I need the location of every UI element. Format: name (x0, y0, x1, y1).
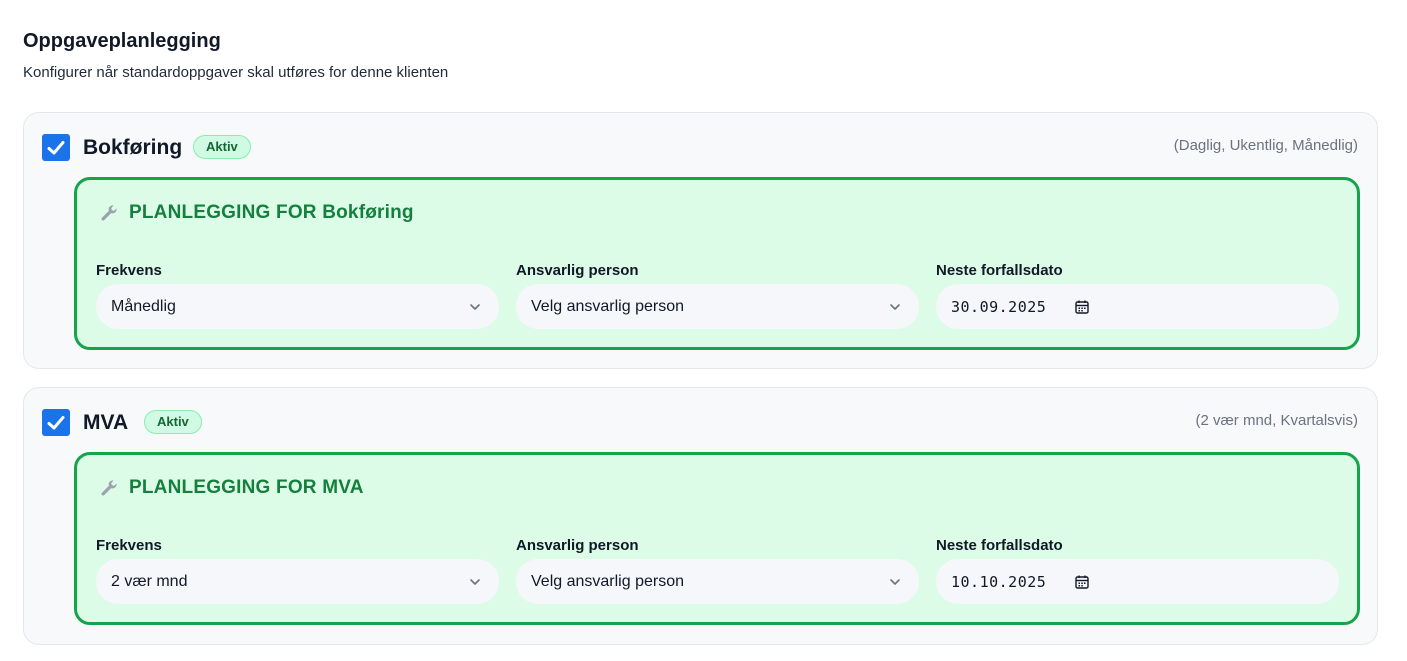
task-planning-page: Oppgaveplanlegging Konfigurer når standa… (0, 0, 1407, 661)
due-date-label: Neste forfallsdato (936, 262, 1063, 279)
frequency-field: Frekvens 2 vær mnd (96, 536, 499, 604)
calendar-icon[interactable] (1074, 299, 1090, 315)
planning-panel: PLANLEGGING FOR Bokføring Frekvens Måned… (74, 177, 1360, 350)
due-date-value: 10.10.2025 (951, 572, 1047, 591)
status-badge: Aktiv (193, 135, 251, 159)
chevron-down-icon (890, 303, 900, 310)
frequency-options-hint: (2 vær mnd, Kvartalsvis) (1195, 412, 1358, 429)
checkmark-icon (47, 415, 65, 429)
wrench-icon (101, 205, 117, 221)
frequency-label: Frekvens (96, 537, 162, 554)
chevron-down-icon (470, 303, 480, 310)
task-checkbox[interactable] (42, 409, 70, 436)
due-date-field: Neste forfallsdato 10.10.2025 (936, 536, 1339, 604)
planning-title: PLANLEGGING FOR Bokføring (129, 202, 414, 223)
planning-panel: PLANLEGGING FOR MVA Frekvens 2 vær mnd A… (74, 452, 1360, 625)
task-card-bokforing: Bokføring Aktiv (Daglig, Ukentlig, Måned… (23, 112, 1378, 369)
page-subtitle: Konfigurer når standardoppgaver skal utf… (23, 64, 449, 81)
due-date-field: Neste forfallsdato 30.09.2025 (936, 261, 1339, 329)
task-card-mva: MVA Aktiv (2 vær mnd, Kvartalsvis) PLANL… (23, 387, 1378, 645)
responsible-value: Velg ansvarlig person (531, 572, 684, 590)
due-date-label: Neste forfallsdato (936, 537, 1063, 554)
task-checkbox[interactable] (42, 134, 70, 161)
chevron-down-icon (470, 578, 480, 585)
task-name: Bokføring (83, 136, 183, 159)
responsible-field: Ansvarlig person Velg ansvarlig person (516, 536, 919, 604)
frequency-options-hint: (Daglig, Ukentlig, Månedlig) (1173, 137, 1358, 154)
due-date-input[interactable]: 10.10.2025 (936, 559, 1339, 604)
wrench-icon (101, 480, 117, 496)
responsible-label: Ansvarlig person (516, 537, 639, 554)
responsible-select[interactable]: Velg ansvarlig person (516, 284, 919, 329)
responsible-label: Ansvarlig person (516, 262, 639, 279)
chevron-down-icon (890, 578, 900, 585)
task-name: MVA (83, 411, 129, 434)
frequency-select[interactable]: Månedlig (96, 284, 499, 329)
planning-header: PLANLEGGING FOR Bokføring (99, 202, 414, 224)
page-title: Oppgaveplanlegging (23, 30, 221, 52)
planning-header: PLANLEGGING FOR MVA (99, 477, 364, 499)
due-date-value: 30.09.2025 (951, 297, 1047, 316)
status-badge: Aktiv (144, 410, 202, 434)
responsible-select[interactable]: Velg ansvarlig person (516, 559, 919, 604)
frequency-label: Frekvens (96, 262, 162, 279)
checkmark-icon (47, 140, 65, 154)
frequency-value: 2 vær mnd (111, 572, 188, 590)
planning-title: PLANLEGGING FOR MVA (129, 477, 364, 498)
responsible-value: Velg ansvarlig person (531, 297, 684, 315)
calendar-icon[interactable] (1074, 574, 1090, 590)
frequency-value: Månedlig (111, 297, 176, 315)
frequency-field: Frekvens Månedlig (96, 261, 499, 329)
frequency-select[interactable]: 2 vær mnd (96, 559, 499, 604)
due-date-input[interactable]: 30.09.2025 (936, 284, 1339, 329)
responsible-field: Ansvarlig person Velg ansvarlig person (516, 261, 919, 329)
